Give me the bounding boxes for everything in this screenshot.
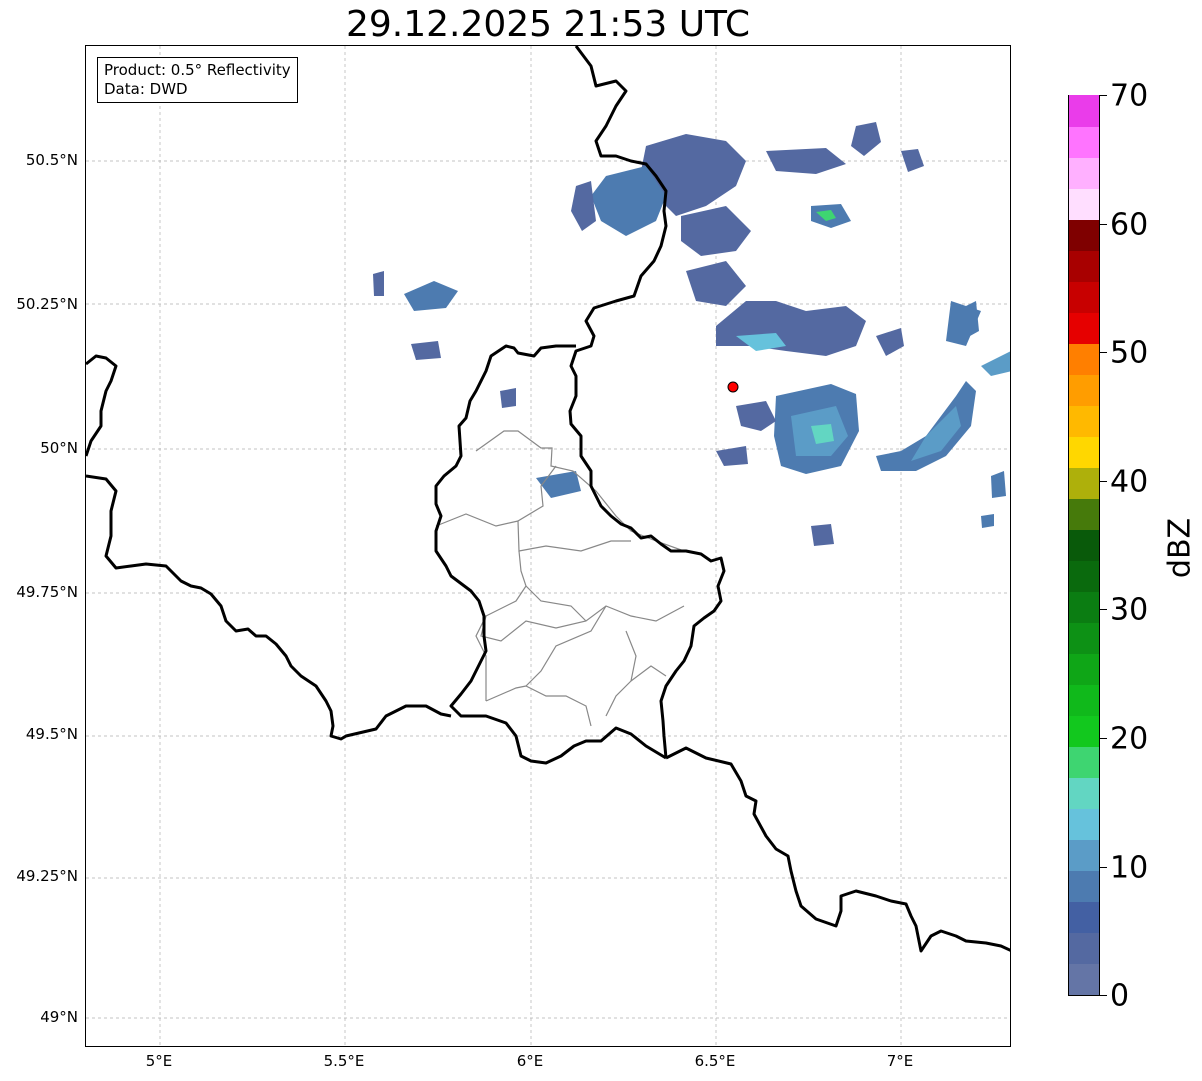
colorbar-segment: [1069, 374, 1099, 406]
colorbar-tick-label: 70: [1110, 78, 1149, 114]
colorbar-segment: [1069, 684, 1099, 716]
colorbar-segment: [1069, 777, 1099, 809]
colorbar-segment: [1069, 250, 1099, 282]
colorbar-tick: [1100, 995, 1107, 996]
radar-echo: [716, 301, 866, 356]
product-label: Product: 0.5° Reflectivity: [104, 61, 291, 79]
country-borders: [86, 46, 1010, 953]
colorbar-tick: [1100, 609, 1107, 610]
radar-echo: [736, 401, 776, 431]
colorbar-segment: [1069, 312, 1099, 344]
colorbar-segment: [1069, 405, 1099, 437]
colorbar-tick: [1100, 224, 1107, 225]
lat-label: 50.25°N: [16, 295, 78, 313]
radar-echo: [991, 471, 1006, 498]
colorbar-segment: [1069, 95, 1099, 127]
lon-label: 6°E: [516, 1052, 544, 1070]
lat-label: 49.75°N: [16, 583, 78, 601]
lon-label: 5.5°E: [323, 1052, 365, 1070]
radar-echo: [373, 271, 384, 296]
colorbar-segment: [1069, 126, 1099, 158]
radar-echo: [981, 351, 1010, 376]
radar-echo: [766, 148, 846, 174]
colorbar-segment: [1069, 560, 1099, 592]
colorbar-segment: [1069, 808, 1099, 840]
colorbar-segment: [1069, 746, 1099, 778]
product-info-box: Product: 0.5° Reflectivity Data: DWD: [97, 57, 298, 103]
radar-echo: [901, 149, 924, 172]
colorbar-tick-label: 30: [1110, 592, 1149, 628]
lat-label: 50°N: [40, 439, 78, 457]
radar-site-marker: [727, 381, 739, 393]
colorbar-unit-label: dBZ: [1162, 517, 1198, 579]
colorbar-segment: [1069, 622, 1099, 654]
radar-echo: [411, 341, 441, 360]
colorbar-segment: [1069, 715, 1099, 747]
colorbar-tick-label: 10: [1110, 850, 1149, 886]
map-canvas: [86, 46, 1010, 1046]
radar-echo: [571, 181, 596, 231]
colorbar-segment: [1069, 498, 1099, 530]
radar-echo: [811, 524, 834, 546]
colorbar: [1068, 95, 1100, 996]
radar-echoes: [373, 122, 1010, 546]
colorbar-segment: [1069, 529, 1099, 561]
map-title: 29.12.2025 21:53 UTC: [345, 4, 751, 45]
radar-echo: [981, 514, 994, 528]
colorbar-segment: [1069, 591, 1099, 623]
colorbar-segment: [1069, 436, 1099, 468]
colorbar-segment: [1069, 963, 1099, 995]
lon-label: 7°E: [886, 1052, 914, 1070]
colorbar-tick: [1100, 352, 1107, 353]
colorbar-tick: [1100, 481, 1107, 482]
colorbar-tick: [1100, 738, 1107, 739]
colorbar-segment: [1069, 932, 1099, 964]
colorbar-tick-label: 50: [1110, 335, 1149, 371]
colorbar-segment: [1069, 343, 1099, 375]
radar-echo: [686, 261, 746, 306]
radar-echo: [500, 388, 516, 408]
lon-label: 6.5°E: [694, 1052, 736, 1070]
colorbar-segment: [1069, 901, 1099, 933]
radar-echo: [404, 281, 458, 311]
colorbar-tick-label: 40: [1110, 464, 1149, 500]
colorbar-segment: [1069, 157, 1099, 189]
colorbar-segment: [1069, 870, 1099, 902]
colorbar-segment: [1069, 467, 1099, 499]
colorbar-segment: [1069, 219, 1099, 251]
colorbar-segment: [1069, 188, 1099, 220]
colorbar-segment: [1069, 281, 1099, 313]
lon-label: 5°E: [145, 1052, 173, 1070]
radar-echo: [716, 446, 748, 466]
colorbar-tick: [1100, 95, 1107, 96]
colorbar-tick-label: 20: [1110, 721, 1149, 757]
colorbar-segment: [1069, 839, 1099, 871]
lat-label: 50.5°N: [25, 151, 78, 169]
colorbar-tick-label: 60: [1110, 207, 1149, 243]
radar-map[interactable]: [85, 45, 1011, 1047]
colorbar-segment: [1069, 653, 1099, 685]
colorbar-tick-label: 0: [1110, 978, 1130, 1014]
radar-echo: [851, 122, 881, 156]
radar-echo: [681, 206, 751, 256]
lat-label: 49.5°N: [25, 725, 78, 743]
lat-label: 49.25°N: [16, 867, 78, 885]
data-source-label: Data: DWD: [104, 80, 188, 98]
colorbar-tick: [1100, 867, 1107, 868]
lat-label: 49°N: [40, 1008, 78, 1026]
radar-echo: [876, 328, 904, 356]
